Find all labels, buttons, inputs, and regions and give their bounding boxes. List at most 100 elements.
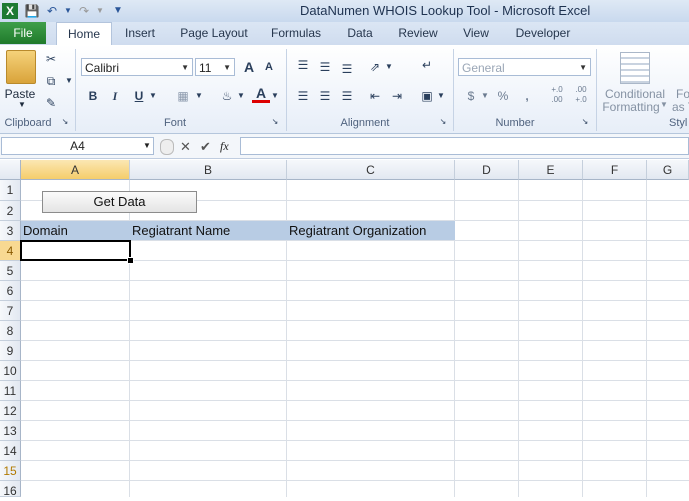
fill-handle[interactable] bbox=[127, 257, 134, 264]
tab-insert[interactable]: Insert bbox=[116, 22, 164, 44]
bold-button[interactable]: B bbox=[84, 87, 102, 105]
cut-icon[interactable]: ✂ bbox=[42, 50, 60, 68]
column-header-g[interactable]: G bbox=[647, 160, 689, 180]
tab-review[interactable]: Review bbox=[392, 22, 444, 44]
row-header-2[interactable]: 2 bbox=[0, 201, 21, 221]
align-middle-icon[interactable]: ☰ bbox=[316, 58, 334, 76]
row-header-13[interactable]: 13 bbox=[0, 421, 21, 441]
align-left-icon[interactable]: ☰ bbox=[294, 87, 312, 105]
conditional-formatting-label-2[interactable]: Formatting bbox=[600, 100, 662, 114]
borders-dropdown-icon[interactable]: ▼ bbox=[194, 87, 204, 105]
orientation-dropdown-icon[interactable]: ▼ bbox=[384, 58, 394, 76]
orientation-icon[interactable]: ⇗ bbox=[366, 58, 384, 76]
format-as-table-label-2[interactable]: as T bbox=[672, 100, 689, 114]
increase-indent-icon[interactable]: ⇥ bbox=[388, 87, 406, 105]
tab-formulas[interactable]: Formulas bbox=[264, 22, 328, 44]
borders-icon[interactable]: ▦ bbox=[174, 87, 192, 105]
font-color-dropdown-icon[interactable]: ▼ bbox=[270, 87, 280, 105]
wrap-text-icon[interactable]: ↵ bbox=[418, 56, 436, 74]
conditional-formatting-icon[interactable] bbox=[620, 52, 650, 84]
cell-a3-domain-header[interactable]: Domain bbox=[21, 221, 130, 240]
redo-dropdown-icon[interactable]: ▼ bbox=[92, 3, 108, 19]
row-header-15[interactable]: 15 bbox=[0, 461, 21, 481]
align-bottom-icon[interactable]: ☰ bbox=[338, 60, 356, 78]
undo-dropdown-icon[interactable]: ▼ bbox=[60, 3, 76, 19]
row-header-16[interactable]: 16 bbox=[0, 481, 21, 498]
row-header-11[interactable]: 11 bbox=[0, 381, 21, 401]
tab-data[interactable]: Data bbox=[340, 22, 380, 44]
align-center-icon[interactable]: ☰ bbox=[316, 87, 334, 105]
currency-button[interactable]: $ bbox=[462, 87, 480, 105]
tab-file[interactable]: File bbox=[0, 22, 46, 44]
formula-input[interactable] bbox=[240, 137, 689, 155]
column-header-c[interactable]: C bbox=[287, 160, 455, 180]
cell-c3-registrant-org-header[interactable]: Regiatrant Organization bbox=[287, 221, 455, 240]
tab-page-layout[interactable]: Page Layout bbox=[176, 22, 252, 44]
alignment-launcher-icon[interactable]: ↘ bbox=[438, 117, 448, 127]
shrink-font-icon[interactable]: A bbox=[260, 58, 278, 76]
row-header-3[interactable]: 3 bbox=[0, 221, 21, 241]
conditional-formatting-dropdown-icon[interactable]: ▼ bbox=[660, 100, 668, 109]
column-header-d[interactable]: D bbox=[455, 160, 519, 180]
italic-button[interactable]: I bbox=[106, 87, 124, 105]
row-header-1[interactable]: 1 bbox=[0, 180, 21, 201]
merge-center-icon[interactable]: ▣ bbox=[418, 87, 436, 105]
align-right-icon[interactable]: ☰ bbox=[338, 87, 356, 105]
enter-icon[interactable]: ✔ bbox=[200, 139, 211, 155]
clipboard-launcher-icon[interactable]: ↘ bbox=[60, 117, 70, 127]
row-header-10[interactable]: 10 bbox=[0, 361, 21, 381]
row-header-5[interactable]: 5 bbox=[0, 261, 21, 281]
insert-function-icon[interactable]: fx bbox=[220, 139, 229, 154]
column-header-b[interactable]: B bbox=[130, 160, 287, 180]
column-header-f[interactable]: F bbox=[583, 160, 647, 180]
customize-qat-icon[interactable]: ▼ bbox=[110, 3, 126, 19]
row-header-9[interactable]: 9 bbox=[0, 341, 21, 361]
row-header-4[interactable]: 4 bbox=[0, 241, 21, 261]
row-header-7[interactable]: 7 bbox=[0, 301, 21, 321]
undo-icon[interactable]: ↶ bbox=[44, 3, 60, 19]
get-data-button[interactable]: Get Data bbox=[42, 191, 197, 213]
row-header-6[interactable]: 6 bbox=[0, 281, 21, 301]
conditional-formatting-label[interactable]: Conditional bbox=[600, 87, 670, 101]
font-size-combo[interactable]: 11 ▼ bbox=[195, 58, 235, 76]
fill-color-icon[interactable]: ♨ bbox=[218, 87, 236, 105]
row-header-8[interactable]: 8 bbox=[0, 321, 21, 341]
paste-icon[interactable] bbox=[6, 50, 36, 84]
align-top-icon[interactable]: ☰ bbox=[294, 56, 312, 74]
tab-view[interactable]: View bbox=[456, 22, 496, 44]
fill-color-dropdown-icon[interactable]: ▼ bbox=[236, 87, 246, 105]
row-header-14[interactable]: 14 bbox=[0, 441, 21, 461]
number-launcher-icon[interactable]: ↘ bbox=[580, 117, 590, 127]
cell-b3-registrant-name-header[interactable]: Regiatrant Name bbox=[130, 221, 287, 240]
grow-font-icon[interactable]: A bbox=[240, 58, 258, 76]
save-icon[interactable]: 💾 bbox=[24, 3, 40, 19]
percent-button[interactable]: % bbox=[494, 87, 512, 105]
underline-button[interactable]: U bbox=[130, 87, 148, 105]
paste-button[interactable]: Paste bbox=[3, 87, 37, 101]
comma-button[interactable]: , bbox=[518, 87, 536, 105]
select-all-corner[interactable] bbox=[0, 160, 21, 180]
column-header-e[interactable]: E bbox=[519, 160, 583, 180]
format-painter-icon[interactable]: ✎ bbox=[42, 94, 60, 112]
currency-dropdown-icon[interactable]: ▼ bbox=[480, 87, 490, 105]
paste-dropdown-icon[interactable]: ▼ bbox=[18, 100, 26, 109]
active-cell-a4[interactable] bbox=[20, 240, 131, 261]
redo-icon[interactable]: ↷ bbox=[76, 3, 92, 19]
row-header-12[interactable]: 12 bbox=[0, 401, 21, 421]
name-box-dropdown-icon[interactable]: ▼ bbox=[143, 141, 151, 150]
format-as-table-label[interactable]: Fo bbox=[676, 87, 689, 101]
decrease-indent-icon[interactable]: ⇤ bbox=[366, 87, 384, 105]
tab-developer[interactable]: Developer bbox=[508, 22, 578, 44]
font-name-combo[interactable]: Calibri ▼ bbox=[81, 58, 193, 76]
formula-bar-handle-icon[interactable] bbox=[160, 139, 174, 155]
font-color-icon[interactable]: A bbox=[252, 85, 270, 103]
tab-home[interactable]: Home bbox=[56, 22, 112, 46]
name-box[interactable]: A4 bbox=[1, 137, 154, 155]
increase-decimal-button[interactable]: +.0 .00 bbox=[546, 85, 568, 104]
number-format-combo[interactable]: General ▼ bbox=[458, 58, 591, 76]
decrease-decimal-button[interactable]: .00 +.0 bbox=[570, 85, 592, 104]
cancel-icon[interactable]: ✕ bbox=[180, 139, 191, 155]
font-launcher-icon[interactable]: ↘ bbox=[270, 117, 280, 127]
column-header-a[interactable]: A bbox=[21, 160, 130, 180]
copy-icon[interactable]: ⧉ bbox=[42, 72, 60, 90]
